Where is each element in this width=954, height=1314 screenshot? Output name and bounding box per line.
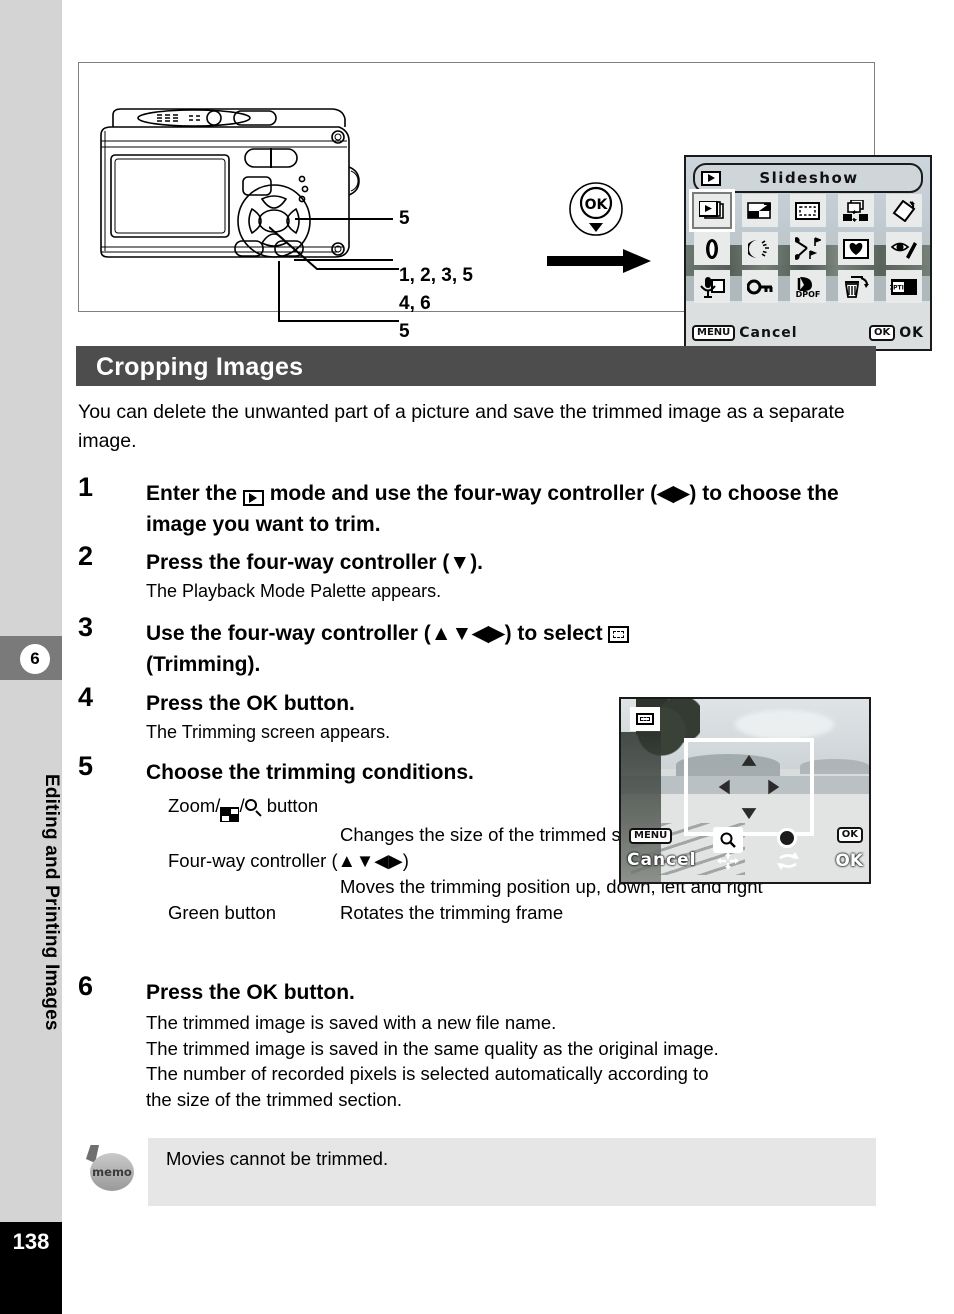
ok-button-icon: OK — [569, 182, 623, 236]
trim-footer-bar: MENU Cancel OK OK — [625, 826, 865, 880]
leader-line-green — [278, 261, 399, 322]
palette-item-protect[interactable] — [742, 270, 778, 303]
callout-green: 5 — [399, 321, 410, 342]
palette-item-digital-filter[interactable] — [886, 194, 922, 227]
palette-item-red-eye-compensation[interactable] — [886, 232, 922, 265]
palette-title: Slideshow — [759, 169, 859, 187]
step-4-body: The Trimming screen appears. — [146, 722, 391, 742]
palette-item-trimming[interactable] — [790, 194, 826, 227]
step-6-title: Press the OK button. — [146, 981, 355, 1004]
chapter-number: 6 — [20, 644, 50, 674]
step-4-title: Press the OK button. — [146, 692, 355, 715]
step-3-title-post: (Trimming). — [146, 653, 261, 676]
svg-text:DPOF: DPOF — [796, 290, 821, 298]
playback-mode-palette-screen: Slideshow DPOF OPTIO MENU Cancel OK OK — [684, 155, 932, 351]
callout-ok: 4, 6 — [399, 293, 431, 314]
memo-icon: memo — [84, 1145, 134, 1193]
illustration-panel: 5 1, 2, 3, 5 4, 6 5 OK Slideshow DPOF OP… — [78, 62, 932, 351]
step-4-number: 4 — [78, 682, 94, 712]
palette-cancel-label: Cancel — [739, 325, 798, 341]
step-6-line-4: the size of the trimmed section. — [146, 1088, 403, 1110]
flow-arrow-icon — [547, 249, 651, 273]
step-1-title: Enter the mode and use the four-way cont… — [146, 478, 868, 540]
palette-item-image-rotation[interactable] — [742, 194, 778, 227]
control-green-label: Green button — [168, 902, 276, 924]
menu-key-icon[interactable]: MENU — [629, 828, 673, 844]
trim-frame-arrows — [718, 754, 780, 820]
svg-text:OPTIO: OPTIO — [890, 284, 909, 291]
step-3-title-pre: Use the four-way controller (▲▼◀▶) to se… — [146, 622, 609, 645]
trimming-icon — [608, 626, 630, 643]
menu-key-icon[interactable]: MENU — [692, 325, 736, 341]
palette-item-brightness-filter[interactable] — [694, 232, 730, 265]
memo-icon-label: memo — [92, 1165, 132, 1179]
step-1-title-pre: Enter the — [146, 482, 243, 505]
step-1-number: 1 — [78, 472, 94, 502]
step-6-body: The trimmed image is saved with a new fi… — [146, 1010, 886, 1112]
section-heading-bar: Cropping Images — [76, 346, 876, 386]
palette-item-favorite[interactable] — [838, 232, 874, 265]
trim-frame[interactable] — [684, 738, 814, 836]
palette-footer-bar: MENU Cancel OK OK — [692, 322, 924, 344]
ok-key-icon[interactable]: OK — [869, 325, 896, 341]
palette-item-voice-memo[interactable] — [694, 270, 730, 303]
palette-grid: DPOF OPTIO — [689, 189, 922, 309]
palette-row: DPOF OPTIO — [694, 270, 922, 303]
trimming-icon — [630, 707, 660, 731]
palette-ok-label: OK — [899, 325, 924, 341]
control-zoom-label-post: button — [261, 795, 319, 816]
trim-ok-label: OK — [835, 851, 863, 871]
callout-zoom: 5 — [399, 208, 410, 229]
multi-image-icon — [220, 807, 240, 823]
rotate-icon — [777, 852, 799, 875]
svg-text:OK: OK — [585, 197, 609, 213]
step-2-number: 2 — [78, 541, 94, 571]
playback-mode-icon — [242, 490, 264, 506]
palette-item-movie-edit[interactable] — [790, 232, 826, 265]
magnifier-icon — [244, 799, 262, 816]
palette-item-image-copy[interactable] — [838, 194, 874, 227]
step-6-line-2: The trimmed image is saved in the same q… — [146, 1037, 719, 1059]
palette-item-frame-composite[interactable] — [742, 232, 778, 265]
callout-fourway: 1, 2, 3, 5 — [399, 265, 473, 286]
palette-item-dpof[interactable]: DPOF — [790, 270, 826, 303]
step-5-title: Choose the trimming conditions. — [146, 761, 474, 784]
trim-cancel-label: Cancel — [627, 850, 697, 870]
palette-title-bar: Slideshow — [693, 163, 923, 193]
page-title: Cropping Images — [96, 353, 304, 381]
palette-item-delete[interactable] — [838, 270, 874, 303]
memo-box: Movies cannot be trimmed. — [148, 1138, 876, 1206]
playback-icon — [701, 170, 721, 186]
green-button-icon[interactable] — [777, 828, 797, 848]
memo-text: Movies cannot be trimmed. — [166, 1148, 389, 1169]
page-number: 138 — [12, 1229, 50, 1254]
step-3-number: 3 — [78, 612, 94, 642]
magnifier-icon — [713, 827, 743, 853]
move-cross-icon — [717, 852, 739, 875]
chapter-title: Editing and Printing Images — [41, 773, 62, 1031]
step-6-line-1: The trimmed image is saved with a new fi… — [146, 1012, 557, 1033]
intro-paragraph: You can delete the unwanted part of a pi… — [78, 401, 845, 452]
palette-item-start-up-screen[interactable]: OPTIO — [886, 270, 922, 303]
palette-item-slideshow[interactable] — [689, 189, 735, 232]
control-zoom-label-pre: Zoom/ — [168, 795, 221, 816]
control-green-desc: Rotates the trimming frame — [340, 902, 564, 924]
leader-line-zoom — [295, 218, 393, 220]
step-5-number: 5 — [78, 751, 94, 781]
ok-key-icon[interactable]: OK — [836, 827, 863, 843]
step-3-title: Use the four-way controller (▲▼◀▶) to se… — [146, 618, 630, 680]
step-2-title: Press the four-way controller (▼). — [146, 551, 484, 574]
step-2-body: The Playback Mode Palette appears. — [146, 581, 442, 601]
step-6-number: 6 — [78, 971, 94, 1001]
palette-row — [689, 189, 922, 232]
trimming-screen-screenshot: MENU Cancel OK OK — [619, 697, 871, 884]
palette-row — [694, 232, 922, 265]
step-6-line-3: The number of recorded pixels is selecte… — [146, 1063, 709, 1084]
